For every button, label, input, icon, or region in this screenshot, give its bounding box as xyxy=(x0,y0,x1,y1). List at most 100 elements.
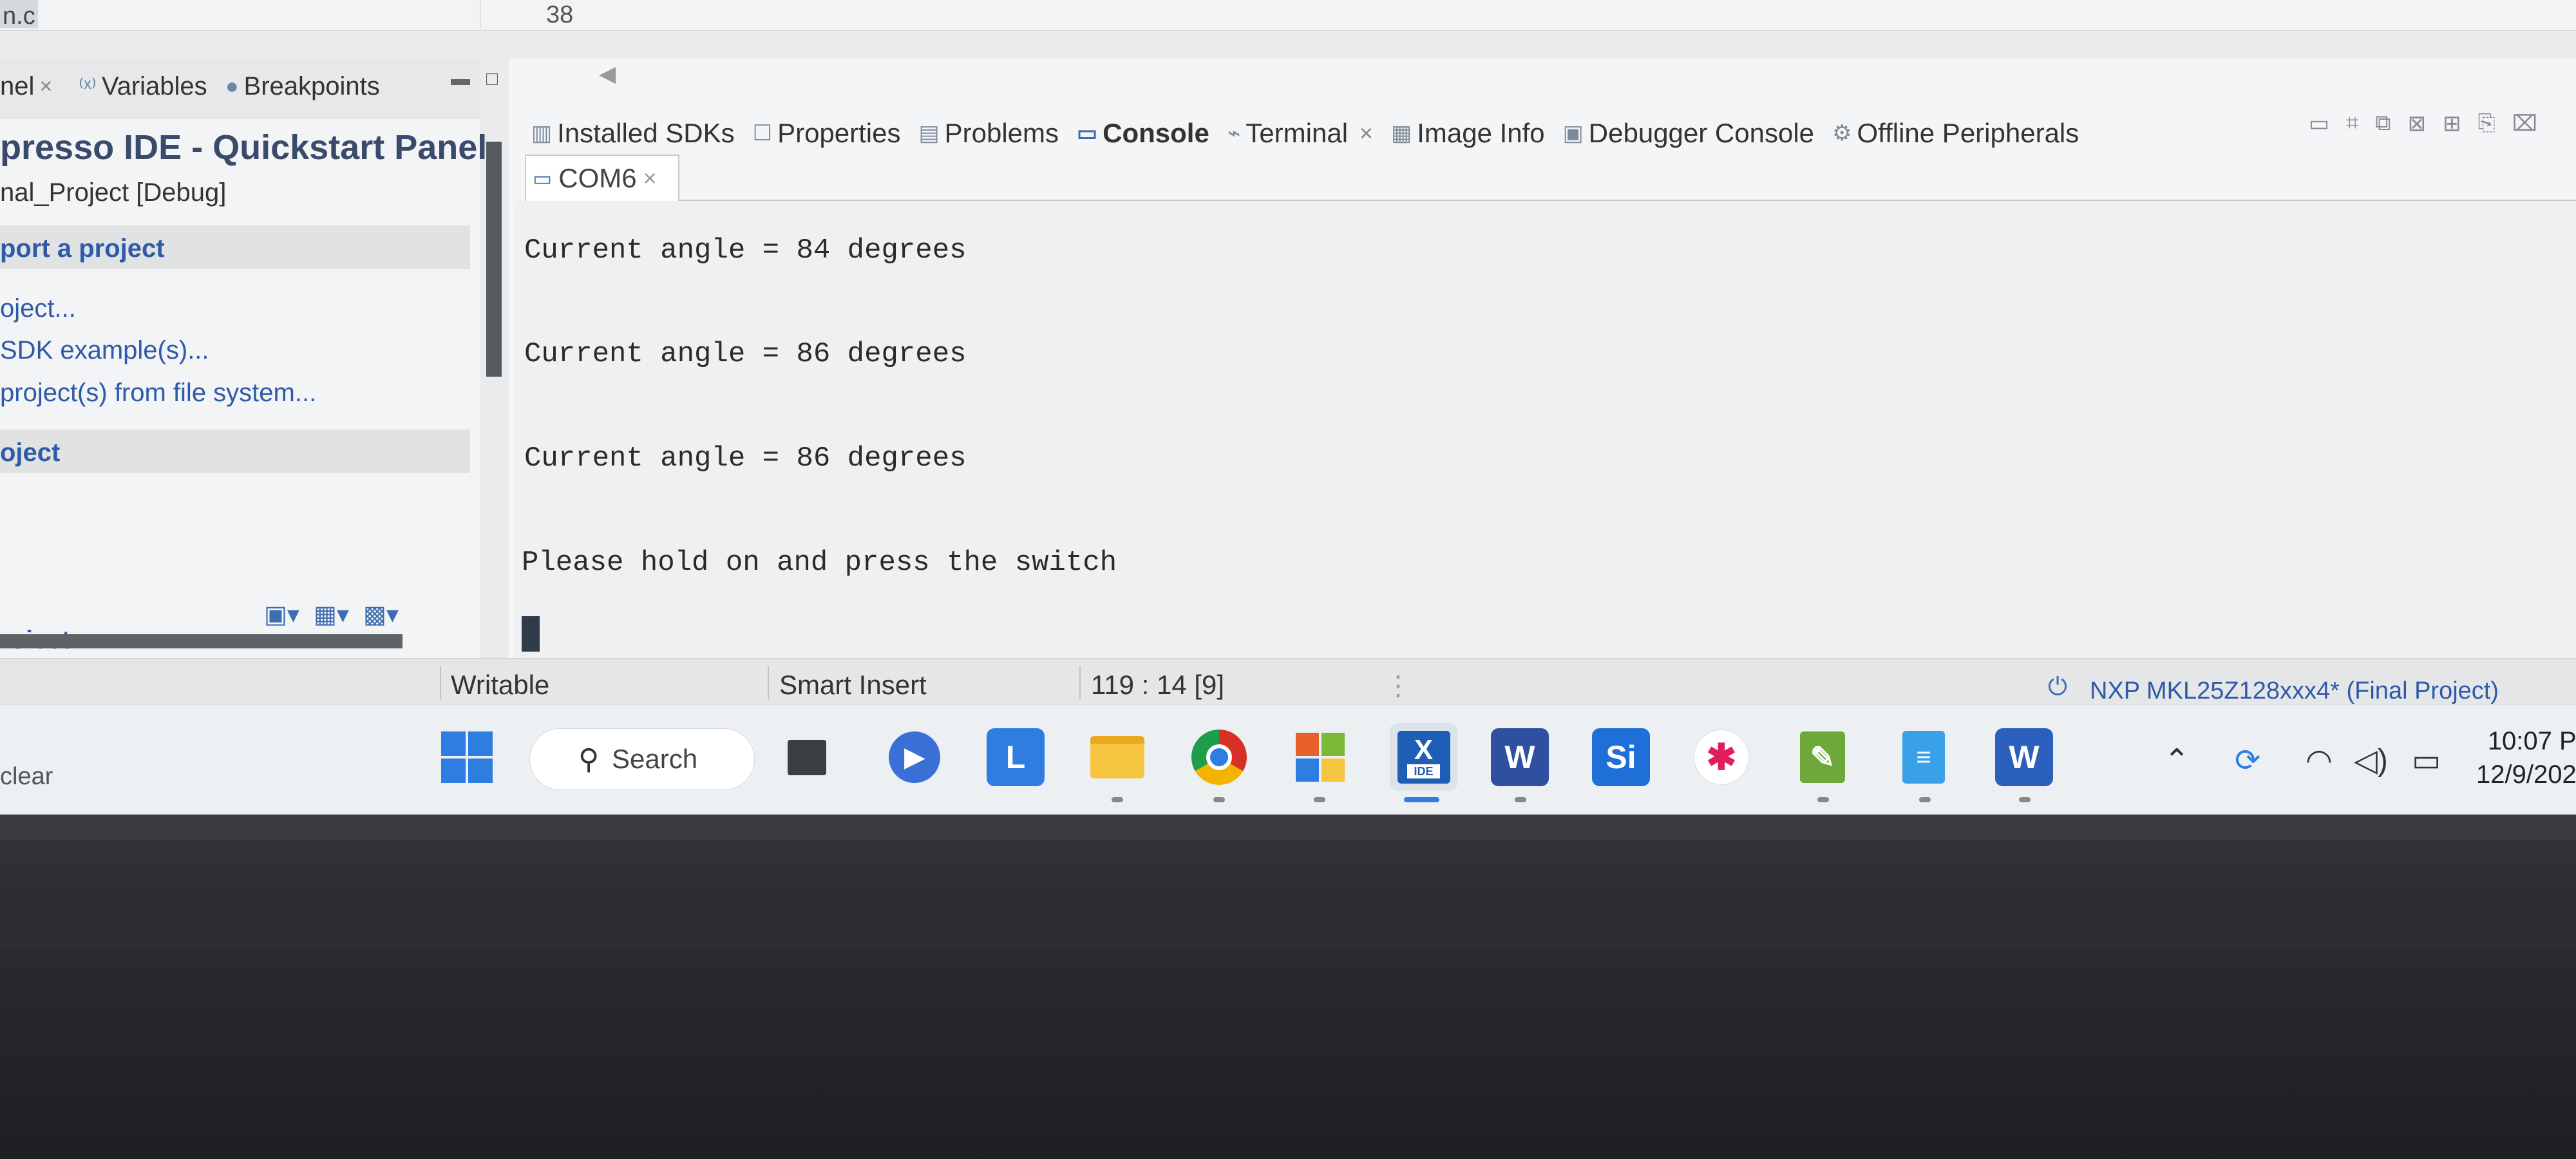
tab-label: Properties xyxy=(777,118,901,148)
panel-title: presso IDE - Quickstart Panel xyxy=(0,128,488,167)
divider xyxy=(768,666,769,699)
divider xyxy=(440,666,441,699)
tab-quickstart-panel[interactable]: nel × xyxy=(0,72,52,101)
delete-icon[interactable]: ⌧ xyxy=(2512,111,2537,137)
weather-label[interactable]: clear xyxy=(0,763,53,791)
running-indicator xyxy=(1314,797,1325,802)
tab-image-info[interactable]: ▦ Image Info xyxy=(1391,118,1545,149)
horizontal-scrollbar[interactable] xyxy=(0,634,402,648)
chevron-up-icon[interactable]: ⌃ xyxy=(2164,742,2190,778)
tab-label: nel xyxy=(0,72,35,100)
editor-line-number: 38 xyxy=(546,1,574,28)
tab-debugger-console[interactable]: ▣ Debugger Console xyxy=(1563,118,1814,149)
vertical-scrollbar[interactable] xyxy=(486,142,502,377)
close-icon[interactable]: × xyxy=(39,74,52,99)
pin-icon[interactable]: ⌗ xyxy=(2346,111,2358,137)
clock-date: 12/9/202 xyxy=(2476,760,2576,789)
collapse-arrow-icon[interactable]: ◀ xyxy=(599,61,616,87)
slack-icon[interactable]: ✱ xyxy=(1692,728,1750,786)
tab-breakpoints[interactable]: ● Breakpoints xyxy=(225,72,380,101)
link-import-sdk-examples[interactable]: SDK example(s)... xyxy=(0,336,209,365)
tab-offline-peripherals[interactable]: ⚙ Offline Peripherals xyxy=(1832,118,2079,149)
editor-file-tab[interactable]: n.c xyxy=(0,0,38,30)
battery-icon[interactable]: ▭ xyxy=(2412,742,2441,778)
peripherals-icon: ⚙ xyxy=(1832,121,1852,146)
tab-label: Debugger Console xyxy=(1588,118,1815,148)
copy-icon[interactable]: ⧉ xyxy=(2375,111,2391,137)
tab-problems[interactable]: ▤ Problems xyxy=(919,118,1059,149)
minimize-icon[interactable]: ▬ xyxy=(451,68,470,90)
search-label: Search xyxy=(612,744,698,774)
link-new-project[interactable]: oject... xyxy=(0,294,76,323)
close-icon[interactable]: × xyxy=(1359,120,1373,147)
console-icon: ▭ xyxy=(1077,121,1098,146)
editor-icon[interactable]: ✎ xyxy=(1794,728,1852,786)
settings-icon[interactable]: ⊞ xyxy=(2443,111,2461,137)
notepad-icon[interactable]: ≡ xyxy=(1895,728,1953,786)
close-icon[interactable]: × xyxy=(643,165,657,192)
tab-properties[interactable]: ☐ Properties xyxy=(753,118,901,149)
chrome-icon[interactable] xyxy=(1190,728,1248,786)
status-writable: Writable xyxy=(451,670,550,700)
section-import-project[interactable]: port a project xyxy=(0,225,470,269)
status-separator-icon: ⋮ xyxy=(1385,670,1412,701)
section-project[interactable]: oject xyxy=(0,429,470,473)
running-indicator xyxy=(1112,797,1123,802)
tab-label: Variables xyxy=(101,72,207,100)
search-icon: ⚲ xyxy=(578,743,600,775)
clock-time: 10:07 P xyxy=(2487,727,2576,755)
left-panel-tabs: nel × ⁽ˣ⁾ Variables ● Breakpoints ▬ □ xyxy=(0,59,498,118)
tab-variables[interactable]: ⁽ˣ⁾ Variables xyxy=(79,72,207,101)
disconnect-icon[interactable]: ⊠ xyxy=(2408,111,2427,137)
tab-com6[interactable]: ▭ COM6 × xyxy=(525,155,679,201)
system-clock[interactable]: 10:07 P 12/9/202 xyxy=(2476,724,2576,791)
status-cursor-position: 119 : 14 [9] xyxy=(1091,670,1225,700)
running-indicator xyxy=(1213,797,1225,802)
file-explorer-icon[interactable] xyxy=(1088,728,1146,786)
bezel-hinge xyxy=(0,918,2576,950)
link-import-from-file-system[interactable]: project(s) from file system... xyxy=(0,379,316,408)
office-icon[interactable] xyxy=(1291,728,1349,786)
problems-icon: ▤ xyxy=(918,121,940,146)
tab-terminal[interactable]: ⌁ Terminal × xyxy=(1227,118,1373,149)
windows-start-icon[interactable] xyxy=(438,728,496,786)
image-info-icon: ▦ xyxy=(1391,121,1412,146)
si-app-icon[interactable]: Si xyxy=(1592,728,1650,786)
sdk-icon: ▥ xyxy=(531,121,553,146)
panel-bottom: roiect xyxy=(0,600,480,658)
running-indicator xyxy=(1817,797,1829,802)
taskbar-search[interactable]: ⚲ Search xyxy=(529,728,755,790)
wifi-icon[interactable]: ◠ xyxy=(2306,742,2333,778)
tab-label: Offline Peripherals xyxy=(1857,118,2079,148)
view-tab-bar: ▥ Installed SDKs ☐ Properties ▤ Problems ▭ C… xyxy=(531,111,2079,156)
mcuxpresso-ide-icon[interactable]: X IDE xyxy=(1390,723,1457,791)
status-target-device[interactable]: NXP MKL25Z128xxx4* (Final Project) xyxy=(2090,677,2499,705)
l-app-icon[interactable]: L xyxy=(987,728,1045,786)
wps-icon[interactable]: W xyxy=(1491,728,1549,786)
sync-icon[interactable]: ⟳ xyxy=(2235,742,2260,778)
debugger-console-icon: ▣ xyxy=(1562,121,1584,146)
terminal-line: Current angle = 86 degrees xyxy=(524,338,967,370)
zoom-icon[interactable]: ▶ xyxy=(886,728,943,786)
breakpoints-icon: ● xyxy=(225,74,239,99)
terminal-output[interactable]: Current angle = 84 degrees Current angle… xyxy=(515,201,2576,658)
divider xyxy=(480,0,481,31)
task-view-icon[interactable] xyxy=(778,728,836,786)
project-name: nal_Project [Debug] xyxy=(0,178,227,207)
tab-installed-sdks[interactable]: ▥ Installed SDKs xyxy=(531,118,735,149)
tab-label: Image Info xyxy=(1417,118,1545,148)
divider xyxy=(1079,666,1081,699)
taskbar: clear ⚲ Search ▶ L X IDE W Si ✱ ✎ ≡ W ⌃ ⟳ xyxy=(0,704,2576,815)
status-bar: Writable Smart Insert 119 : 14 [9] ⋮ ⏻ N… xyxy=(0,658,2576,704)
tab-label: Breakpoints xyxy=(243,72,380,100)
tab-label: Console xyxy=(1103,118,1209,148)
tab-label: COM6 xyxy=(558,163,637,193)
clear-icon[interactable]: ⎘ xyxy=(2478,111,2496,137)
terminal-line: Current angle = 84 degrees xyxy=(524,234,967,267)
maximize-icon[interactable]: □ xyxy=(486,68,498,90)
status-insert-mode: Smart Insert xyxy=(779,670,927,700)
tab-console[interactable]: ▭ Console xyxy=(1077,118,1209,149)
word-icon[interactable]: W xyxy=(1995,728,2053,786)
display-icon[interactable]: ▭ xyxy=(2309,111,2329,137)
volume-icon[interactable]: ◁) xyxy=(2354,742,2388,778)
